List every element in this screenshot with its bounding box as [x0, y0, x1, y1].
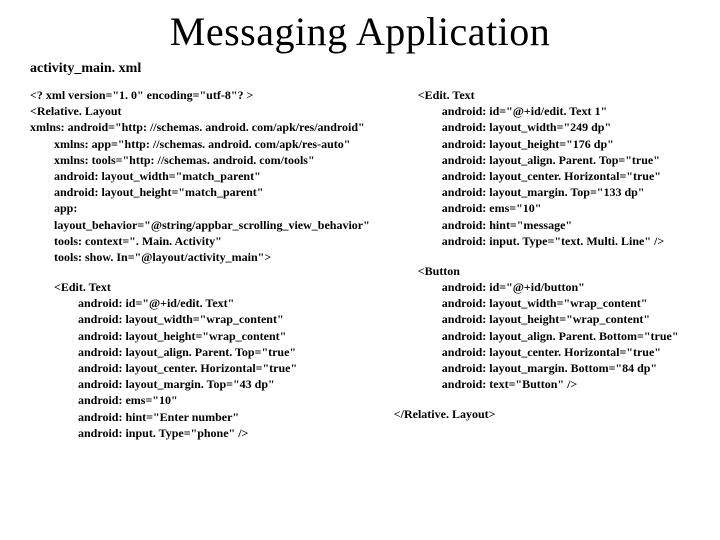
- code-line: android: id="@+id/edit. Text": [30, 295, 370, 311]
- code-line: android: layout_height="match_parent": [30, 184, 370, 200]
- edit-text-2-block: <Edit. Text android: id="@+id/edit. Text…: [394, 87, 690, 249]
- closing-tag-block: </Relative. Layout>: [394, 406, 690, 422]
- code-line: android: layout_width="match_parent": [30, 168, 370, 184]
- code-line: android: layout_center. Horizontal="true…: [394, 168, 690, 184]
- code-line: android: layout_height="wrap_content": [394, 311, 690, 327]
- code-line: android: layout_align. Parent. Bottom="t…: [394, 328, 690, 344]
- code-line: xmlns: tools="http: //schemas. android. …: [30, 152, 370, 168]
- slide: Messaging Application activity_main. xml…: [0, 0, 720, 540]
- code-line: android: layout_width="wrap_content": [394, 295, 690, 311]
- code-line: android: layout_width="wrap_content": [30, 311, 370, 327]
- code-line: android: ems="10": [394, 200, 690, 216]
- code-line: <Button: [394, 263, 690, 279]
- left-column: <? xml version="1. 0" encoding="utf-8"? …: [30, 87, 370, 455]
- code-line: <Relative. Layout: [30, 103, 370, 119]
- code-line: android: layout_align. Parent. Top="true…: [394, 152, 690, 168]
- code-line: android: layout_height="wrap_content": [30, 328, 370, 344]
- code-line: android: layout_margin. Top="43 dp": [30, 376, 370, 392]
- code-line: android: id="@+id/button": [394, 279, 690, 295]
- code-line: tools: context=". Main. Activity": [30, 233, 370, 249]
- code-line: </Relative. Layout>: [394, 406, 690, 422]
- code-line: <? xml version="1. 0" encoding="utf-8"? …: [30, 87, 370, 103]
- code-line: <Edit. Text: [30, 279, 370, 295]
- columns: <? xml version="1. 0" encoding="utf-8"? …: [30, 87, 690, 455]
- code-line: android: layout_center. Horizontal="true…: [394, 344, 690, 360]
- code-line: tools: show. In="@layout/activity_main">: [30, 249, 370, 265]
- code-line: android: text="Button" />: [394, 376, 690, 392]
- code-line: android: ems="10": [30, 392, 370, 408]
- code-line: android: layout_height="176 dp": [394, 136, 690, 152]
- xml-root-block: <? xml version="1. 0" encoding="utf-8"? …: [30, 87, 370, 265]
- code-line: xmlns: app="http: //schemas. android. co…: [30, 136, 370, 152]
- code-line: android: layout_margin. Top="133 dp": [394, 184, 690, 200]
- code-line: android: hint="Enter number": [30, 409, 370, 425]
- code-line: android: layout_center. Horizontal="true…: [30, 360, 370, 376]
- code-line: android: layout_align. Parent. Top="true…: [30, 344, 370, 360]
- code-line: android: input. Type="text. Multi. Line"…: [394, 233, 690, 249]
- code-line: android: layout_width="249 dp": [394, 119, 690, 135]
- code-line: android: id="@+id/edit. Text 1": [394, 103, 690, 119]
- code-line: app: layout_behavior="@string/appbar_scr…: [30, 200, 370, 232]
- button-block: <Button android: id="@+id/button" androi…: [394, 263, 690, 393]
- slide-subtitle: activity_main. xml: [30, 61, 690, 77]
- right-column: <Edit. Text android: id="@+id/edit. Text…: [394, 87, 690, 455]
- code-line: xmlns: android="http: //schemas. android…: [30, 119, 370, 135]
- code-line: android: layout_margin. Bottom="84 dp": [394, 360, 690, 376]
- edit-text-1-block: <Edit. Text android: id="@+id/edit. Text…: [30, 279, 370, 441]
- code-line: <Edit. Text: [394, 87, 690, 103]
- code-line: android: input. Type="phone" />: [30, 425, 370, 441]
- code-line: android: hint="message": [394, 217, 690, 233]
- slide-title: Messaging Application: [30, 8, 690, 55]
